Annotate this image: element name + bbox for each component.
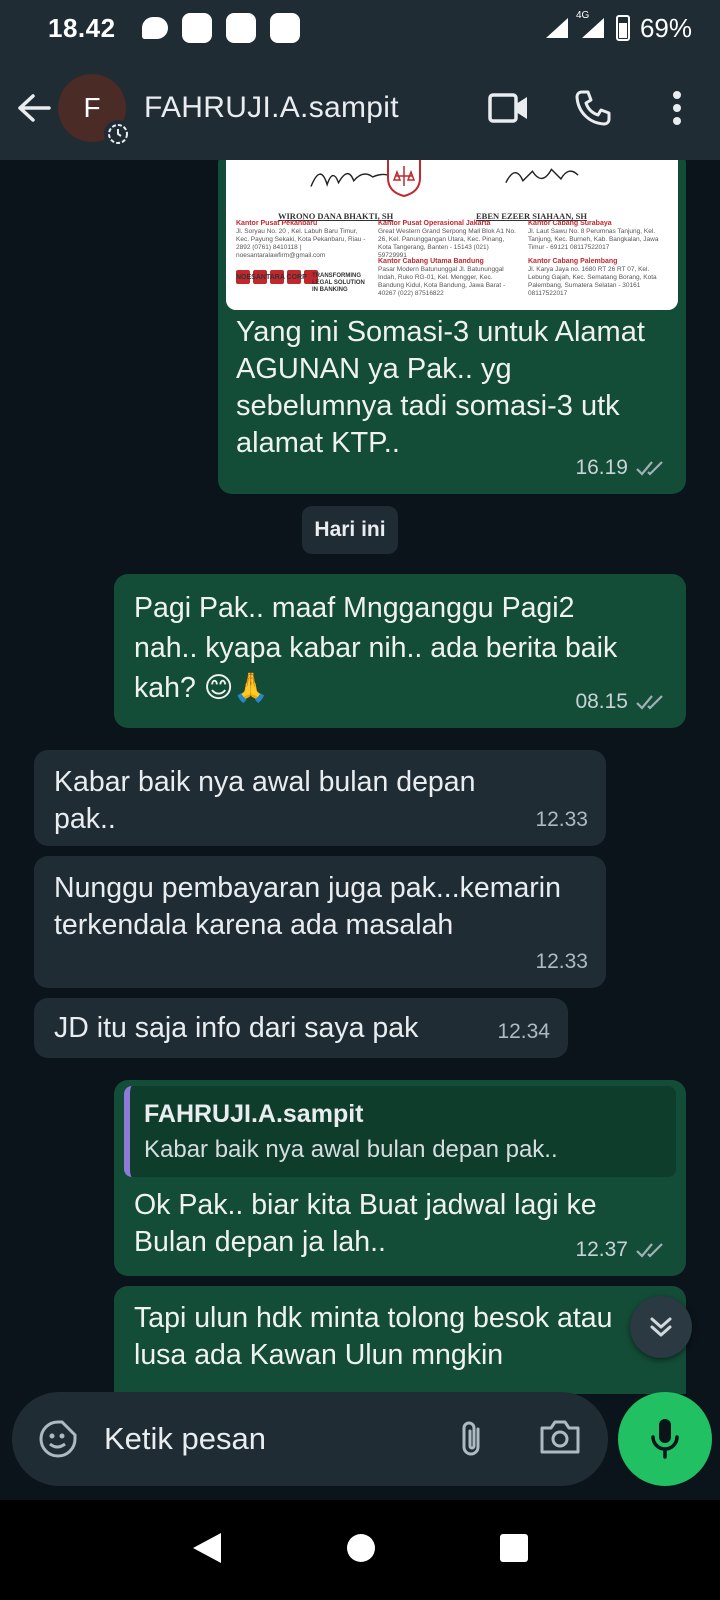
message-meta: 16.19 xyxy=(575,449,668,486)
signature-left xyxy=(310,172,389,187)
attachment-icon[interactable] xyxy=(452,1419,492,1459)
nav-home-icon[interactable] xyxy=(346,1533,376,1568)
quoted-text: Kabar baik nya awal bulan depan pak.. xyxy=(144,1136,558,1163)
cell-signal-icon: 4G xyxy=(576,10,606,40)
message-time: 12.33 xyxy=(535,950,588,973)
message-incoming[interactable]: Nunggu pembayaran juga pak...kemarin ter… xyxy=(34,856,606,988)
office-block: Kantor Pusat Pekanbaru Jl. Soryau No. 20 … xyxy=(236,220,366,259)
document-image[interactable]: WIRONO DANA BHAKTI, SH EBEN EZEER SIAHAA… xyxy=(226,160,678,310)
phone-call-icon[interactable] xyxy=(572,87,614,129)
chat-area[interactable]: WIRONO DANA BHAKTI, SH EBEN EZEER SIAHAA… xyxy=(0,160,720,1394)
message-text: Kabar baik nya awal bulan depan pak.. xyxy=(54,766,476,835)
system-nav-bar xyxy=(0,1500,720,1600)
quoted-sender: FAHRUJI.A.sampit xyxy=(144,1100,364,1128)
back-arrow-icon[interactable] xyxy=(16,90,52,126)
message-outgoing[interactable]: Tapi ulun hdk minta tolong besok atau lu… xyxy=(114,1286,686,1394)
message-meta: 12.33 xyxy=(535,801,588,838)
notification-icons xyxy=(141,13,300,43)
battery-icon xyxy=(615,15,630,41)
contact-avatar[interactable]: F xyxy=(58,74,132,148)
message-text: Tapi ulun hdk minta tolong besok atau lu… xyxy=(134,1302,613,1371)
corp-tagline: TRANSFORMING LEGAL SOLUTION IN BANKING xyxy=(312,273,365,293)
network-type-label: 4G xyxy=(575,10,590,21)
office-block: Kantor Cabang Surabaya Jl. Laut Sawu No. … xyxy=(528,220,659,251)
quoted-message[interactable]: FAHRUJI.A.sampit Kabar baik nya awal bul… xyxy=(124,1086,676,1177)
wifi-signal-icon xyxy=(544,16,570,40)
avatar-letter: F xyxy=(83,92,101,123)
message-meta: 12.33 xyxy=(535,943,588,980)
sticker-emoji-icon[interactable] xyxy=(38,1419,78,1459)
message-meta: 12.37 xyxy=(575,1231,668,1268)
message-composer[interactable]: Ketik pesan xyxy=(12,1392,608,1486)
message-text: Ok Pak.. biar kita Buat jadwal lagi ke B… xyxy=(134,1189,597,1258)
status-bar: 18.42 4G 69% xyxy=(0,0,720,56)
double-chevron-down-icon xyxy=(650,1317,672,1337)
message-outgoing[interactable]: Pagi Pak.. maaf Mngganggu Pagi2 nah.. ky… xyxy=(114,574,686,728)
date-divider: Hari ini xyxy=(302,506,398,554)
message-input[interactable]: Ketik pesan xyxy=(104,1421,452,1457)
nav-back-icon[interactable] xyxy=(191,1531,223,1570)
status-time: 18.42 xyxy=(48,12,116,43)
message-incoming[interactable]: Kabar baik nya awal bulan depan pak.. 12… xyxy=(34,750,606,846)
corp-name: NOESANTARA CORP xyxy=(236,274,307,281)
video-call-icon[interactable] xyxy=(488,87,530,129)
app-notification-icon xyxy=(269,13,300,43)
message-outgoing[interactable]: FAHRUJI.A.sampit Kabar baik nya awal bul… xyxy=(114,1080,686,1276)
voice-message-button[interactable] xyxy=(618,1392,712,1486)
double-check-icon xyxy=(636,694,663,710)
disappearing-timer-icon xyxy=(104,120,132,148)
message-text: Yang ini Somasi-3 untuk Alamat AGUNAN ya… xyxy=(236,316,645,459)
microphone-icon xyxy=(651,1419,679,1459)
app-notification-icon xyxy=(181,13,212,43)
message-meta: 12.34 xyxy=(497,1013,550,1050)
message-time: 16.19 xyxy=(575,456,628,479)
more-options-icon[interactable] xyxy=(656,87,698,129)
message-incoming[interactable]: JD itu saja info dari saya pak 12.34 xyxy=(34,998,568,1058)
chat-header: F FAHRUJI.A.sampit xyxy=(0,56,720,160)
message-outgoing[interactable]: WIRONO DANA BHAKTI, SH EBEN EZEER SIAHAA… xyxy=(218,160,686,494)
battery-percent: 69% xyxy=(639,12,692,43)
chat-notification-icon xyxy=(141,17,168,39)
app-notification-icon xyxy=(225,13,256,43)
contact-name[interactable]: FAHRUJI.A.sampit xyxy=(144,91,399,125)
message-time: 08.15 xyxy=(575,690,628,713)
message-text: Nunggu pembayaran juga pak...kemarin ter… xyxy=(54,872,561,941)
office-block: Kantor Cabang Utama Bandung Pasar Modern … xyxy=(378,258,506,297)
double-check-icon xyxy=(636,460,663,476)
double-check-icon xyxy=(636,1242,663,1258)
message-time: 12.37 xyxy=(575,1238,628,1261)
message-text: Pagi Pak.. maaf Mngganggu Pagi2 nah.. ky… xyxy=(134,592,618,704)
office-block: Kantor Pusat Operasional Jakarta Great We… xyxy=(378,220,516,259)
office-block: Kantor Cabang Palembang Jl. Karya Jaya no… xyxy=(528,258,657,297)
nav-recents-icon[interactable] xyxy=(499,1533,529,1568)
camera-icon[interactable] xyxy=(538,1417,582,1461)
scroll-to-bottom-button[interactable] xyxy=(630,1296,692,1358)
message-time: 12.34 xyxy=(497,1020,550,1043)
signature-right xyxy=(505,168,579,184)
message-text: JD itu saja info dari saya pak xyxy=(54,1012,419,1044)
message-time: 12.33 xyxy=(535,808,588,831)
message-meta: 08.15 xyxy=(575,683,668,720)
law-firm-seal xyxy=(387,160,421,198)
